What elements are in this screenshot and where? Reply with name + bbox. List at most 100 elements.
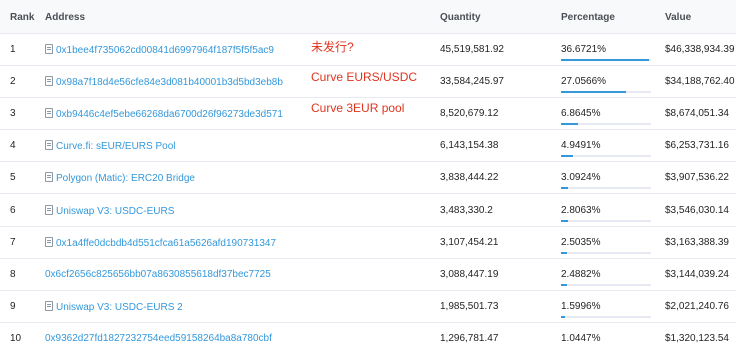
percentage-bar-fill (561, 251, 568, 254)
rank-cell: 3 (10, 108, 16, 120)
rank-cell: 7 (10, 236, 16, 248)
contract-document-icon (45, 108, 53, 119)
value-cell: $2,021,240.76 (665, 300, 729, 312)
percentage-cell: 27.0566% (561, 76, 607, 88)
address-link[interactable]: 0x1a4ffe0dcbdb4d551cfca61a5626afd1907313… (45, 236, 277, 249)
address-link[interactable]: Polygon (Matic): ERC20 Bridge (45, 172, 195, 184)
percentage-bar (561, 155, 651, 158)
address-link[interactable]: Curve.fi: sEUR/EURS Pool (45, 140, 175, 152)
percentage-cell: 2.5035% (561, 236, 601, 248)
quantity-cell: 33,584,245.97 (440, 76, 504, 88)
value-cell: $1,320,123.54 (665, 332, 729, 344)
address-link[interactable]: 0xb9446c4ef5ebe66268da6700d26f96273de3d5… (45, 108, 283, 120)
percentage-cell: 36.6721% (561, 44, 607, 55)
percentage-cell: 3.0924% (561, 172, 601, 184)
quantity-cell: 1,296,781.47 (440, 332, 499, 344)
rank-cell: 5 (10, 172, 16, 184)
percentage-bar (561, 187, 651, 190)
address-link[interactable]: 0x9362d27fd1827232754eed59158264ba8a780c… (45, 333, 272, 344)
percentage-bar-fill (561, 219, 568, 222)
table-row: 4 Curve.fi: sEUR/EURS Pool 6,143,154.38 4.9… (0, 130, 736, 163)
percentage-bar (561, 283, 651, 286)
percentage-cell: 4.9491% (561, 140, 601, 152)
address-link[interactable]: 0x1bee4f735062cd00841d6997964f187f5f5f5a… (45, 44, 274, 56)
percentage-bar (561, 91, 651, 94)
table-row: 6 Uniswap V3: USDC-EURS 3,483,330.2 2.8063%… (0, 195, 736, 227)
value-cell: $34,188,762.40 (665, 76, 735, 88)
value-cell: $46,338,934.39 (665, 44, 735, 55)
address-text: 0xb9446c4ef5ebe66268da6700d26f96273de3d5… (56, 109, 283, 121)
percentage-bar (561, 59, 651, 61)
table-row: 9 Uniswap V3: USDC-EURS 2 1,985,501.73 1.59… (0, 291, 736, 323)
token-holders-table: Rank Address Quantity Percentage Value 1… (0, 0, 736, 346)
percentage-cell: 1.5996% (561, 300, 601, 312)
contract-document-icon (45, 204, 53, 215)
rank-cell: 2 (10, 76, 16, 88)
contract-document-icon (45, 236, 53, 247)
contract-document-icon (45, 44, 53, 54)
address-text: 0x9362d27fd1827232754eed59158264ba8a780c… (45, 332, 272, 344)
header-percentage: Percentage (561, 12, 615, 23)
quantity-cell: 3,838,444.22 (440, 172, 499, 184)
quantity-cell: 6,143,154.38 (440, 140, 499, 152)
table-row: 1 0x1bee4f735062cd00841d6997964f187f5f5f5… (0, 34, 736, 66)
value-cell: $3,907,536.22 (665, 172, 729, 184)
quantity-cell: 3,088,447.19 (440, 268, 499, 280)
percentage-bar-fill (561, 155, 573, 158)
percentage-cell: 2.4882% (561, 268, 601, 280)
address-text: Uniswap V3: USDC-EURS 2 (56, 301, 183, 313)
value-cell: $3,546,030.14 (665, 204, 729, 216)
header-quantity: Quantity (440, 12, 481, 23)
percentage-bar-fill (561, 187, 569, 190)
rank-cell: 6 (10, 204, 16, 216)
percentage-bar (561, 219, 651, 222)
value-cell: $3,163,388.39 (665, 236, 729, 248)
percentage-cell: 2.8063% (561, 204, 601, 216)
rank-cell: 10 (10, 332, 22, 344)
address-text: 0x1bee4f735062cd00841d6997964f187f5f5f5a… (56, 45, 274, 56)
rank-cell: 1 (10, 44, 16, 55)
address-text: Curve.fi: sEUR/EURS Pool (56, 141, 176, 153)
annotation-row-1: 未发行? (311, 40, 354, 54)
address-link[interactable]: 0x6cf2656c825656bb07a8630855618df37bec77… (45, 269, 271, 280)
quantity-cell: 45,519,581.92 (440, 44, 504, 55)
quantity-cell: 3,483,330.2 (440, 204, 493, 216)
header-address: Address (45, 12, 86, 23)
header-value: Value (665, 12, 692, 23)
rank-cell: 8 (10, 268, 16, 280)
address-link[interactable]: Uniswap V3: USDC-EURS 2 (45, 300, 183, 313)
table-row: 5 Polygon (Matic): ERC20 Bridge 3,838,444.… (0, 162, 736, 195)
percentage-bar-fill (561, 283, 567, 286)
quantity-cell: 3,107,454.21 (440, 236, 499, 248)
percentage-cell: 6.8645% (561, 108, 601, 120)
address-link[interactable]: 0x98a7f18d4e56cfe84e3d081b40001b3d5bd3eb… (45, 76, 283, 88)
address-link[interactable]: Uniswap V3: USDC-EURS (45, 204, 175, 217)
percentage-bar-fill (561, 315, 565, 318)
address-text: 0x1a4ffe0dcbdb4d551cfca61a5626afd1907313… (56, 237, 277, 249)
rank-cell: 9 (10, 300, 16, 312)
quantity-cell: 8,520,679.12 (440, 108, 499, 120)
address-text: 0x98a7f18d4e56cfe84e3d081b40001b3d5bd3eb… (56, 77, 283, 89)
address-text: 0x6cf2656c825656bb07a8630855618df37bec77… (45, 268, 271, 280)
percentage-bar (561, 315, 651, 318)
contract-document-icon (45, 172, 53, 183)
table-row: 7 0x1a4ffe0dcbdb4d551cfca61a5626afd190731… (0, 227, 736, 259)
contract-document-icon (45, 300, 53, 311)
annotation-row-3: Curve 3EUR pool (311, 101, 405, 115)
value-cell: $8,674,051.34 (665, 108, 729, 120)
contract-document-icon (45, 76, 53, 87)
value-cell: $3,144,039.24 (665, 268, 729, 280)
value-cell: $6,253,731.16 (665, 140, 729, 152)
percentage-bar-fill (561, 59, 650, 61)
address-text: Uniswap V3: USDC-EURS (56, 205, 175, 217)
table-row: 10 0x9362d27fd1827232754eed59158264ba8a78… (0, 323, 736, 346)
header-rank: Rank (10, 12, 35, 23)
percentage-bar (561, 123, 651, 126)
annotation-row-2: Curve EURS/USDC (311, 70, 418, 84)
percentage-bar-fill (561, 123, 578, 126)
percentage-bar (561, 251, 651, 254)
table-row: 8 0x6cf2656c825656bb07a8630855618df37bec7… (0, 259, 736, 291)
table-header: Rank Address Quantity Percentage Value (0, 0, 736, 34)
address-text: Polygon (Matic): ERC20 Bridge (56, 173, 195, 185)
quantity-cell: 1,985,501.73 (440, 300, 499, 312)
